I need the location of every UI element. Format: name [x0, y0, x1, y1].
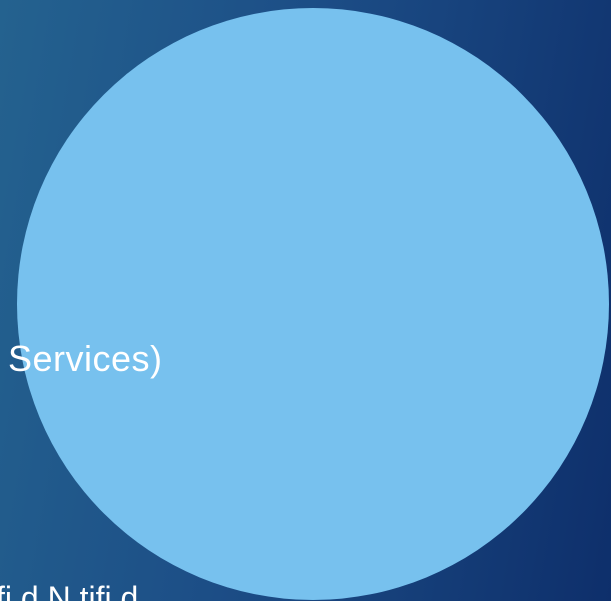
partial-text-services: Services): [8, 338, 163, 379]
bottom-partial-text: fi d N tifi d: [0, 580, 139, 601]
circle-shape: [17, 8, 609, 600]
